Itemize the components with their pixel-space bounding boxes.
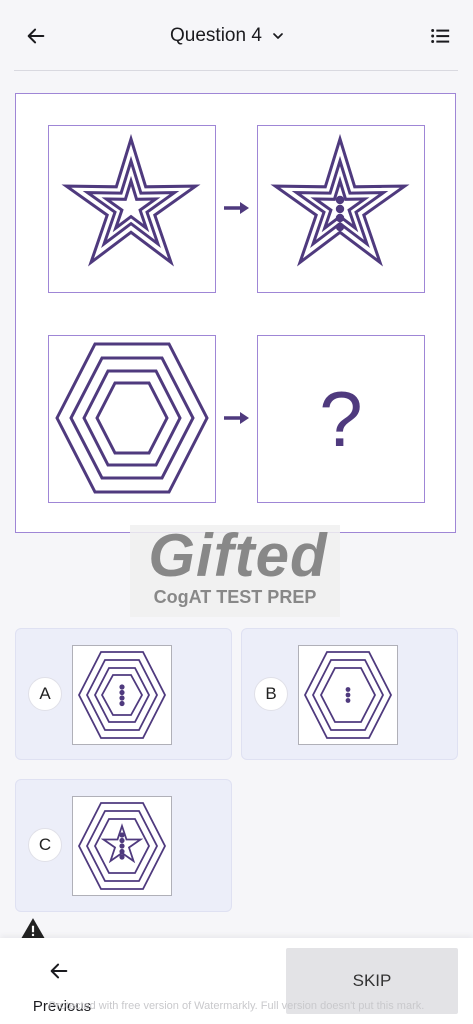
question-list-button[interactable] [426, 22, 454, 50]
nested-star-figure [61, 133, 201, 267]
question-input-figure [48, 335, 216, 503]
list-menu-icon [431, 29, 450, 43]
back-button[interactable] [22, 22, 50, 50]
nested-star-dots-figure [270, 133, 410, 267]
page-title: Question 4 [170, 25, 262, 46]
watermark-logo-text: Gifted [148, 522, 328, 589]
watermark-logo: Gifted CogAT TEST PREP [130, 525, 340, 617]
option-letter: A [28, 677, 62, 711]
question-card: ? [15, 93, 456, 533]
example-input-figure [48, 125, 216, 293]
header-divider [14, 70, 458, 71]
arrow-left-icon [27, 28, 45, 44]
arrow-left-icon [50, 963, 68, 979]
question-mark: ? [319, 374, 363, 463]
watermark-note: Protected with free version of Watermark… [48, 1000, 425, 1012]
option-c-figure [72, 796, 172, 896]
option-c[interactable]: C [15, 779, 232, 912]
watermark-subtitle: CogAT TEST PREP [153, 587, 317, 607]
option-a[interactable]: A [15, 628, 232, 760]
top-bar: Question 4 [0, 0, 473, 70]
option-b-figure [298, 645, 398, 745]
option-letter: B [254, 677, 288, 711]
nested-hexagon-dots-figure [77, 651, 167, 739]
chevron-down-icon [273, 33, 283, 39]
nested-hexagon-figure [55, 342, 209, 494]
option-a-figure [72, 645, 172, 745]
arrow-right-icon [224, 412, 249, 424]
question-selector[interactable]: Question 4 [170, 22, 286, 50]
nested-hexagon-star-figure [77, 802, 167, 890]
example-output-figure [257, 125, 425, 293]
arrow-right-icon [224, 202, 249, 214]
answer-placeholder: ? [257, 335, 425, 503]
option-letter: C [28, 828, 62, 862]
nested-hexagon-dots-figure [303, 651, 393, 739]
option-b[interactable]: B [241, 628, 458, 760]
